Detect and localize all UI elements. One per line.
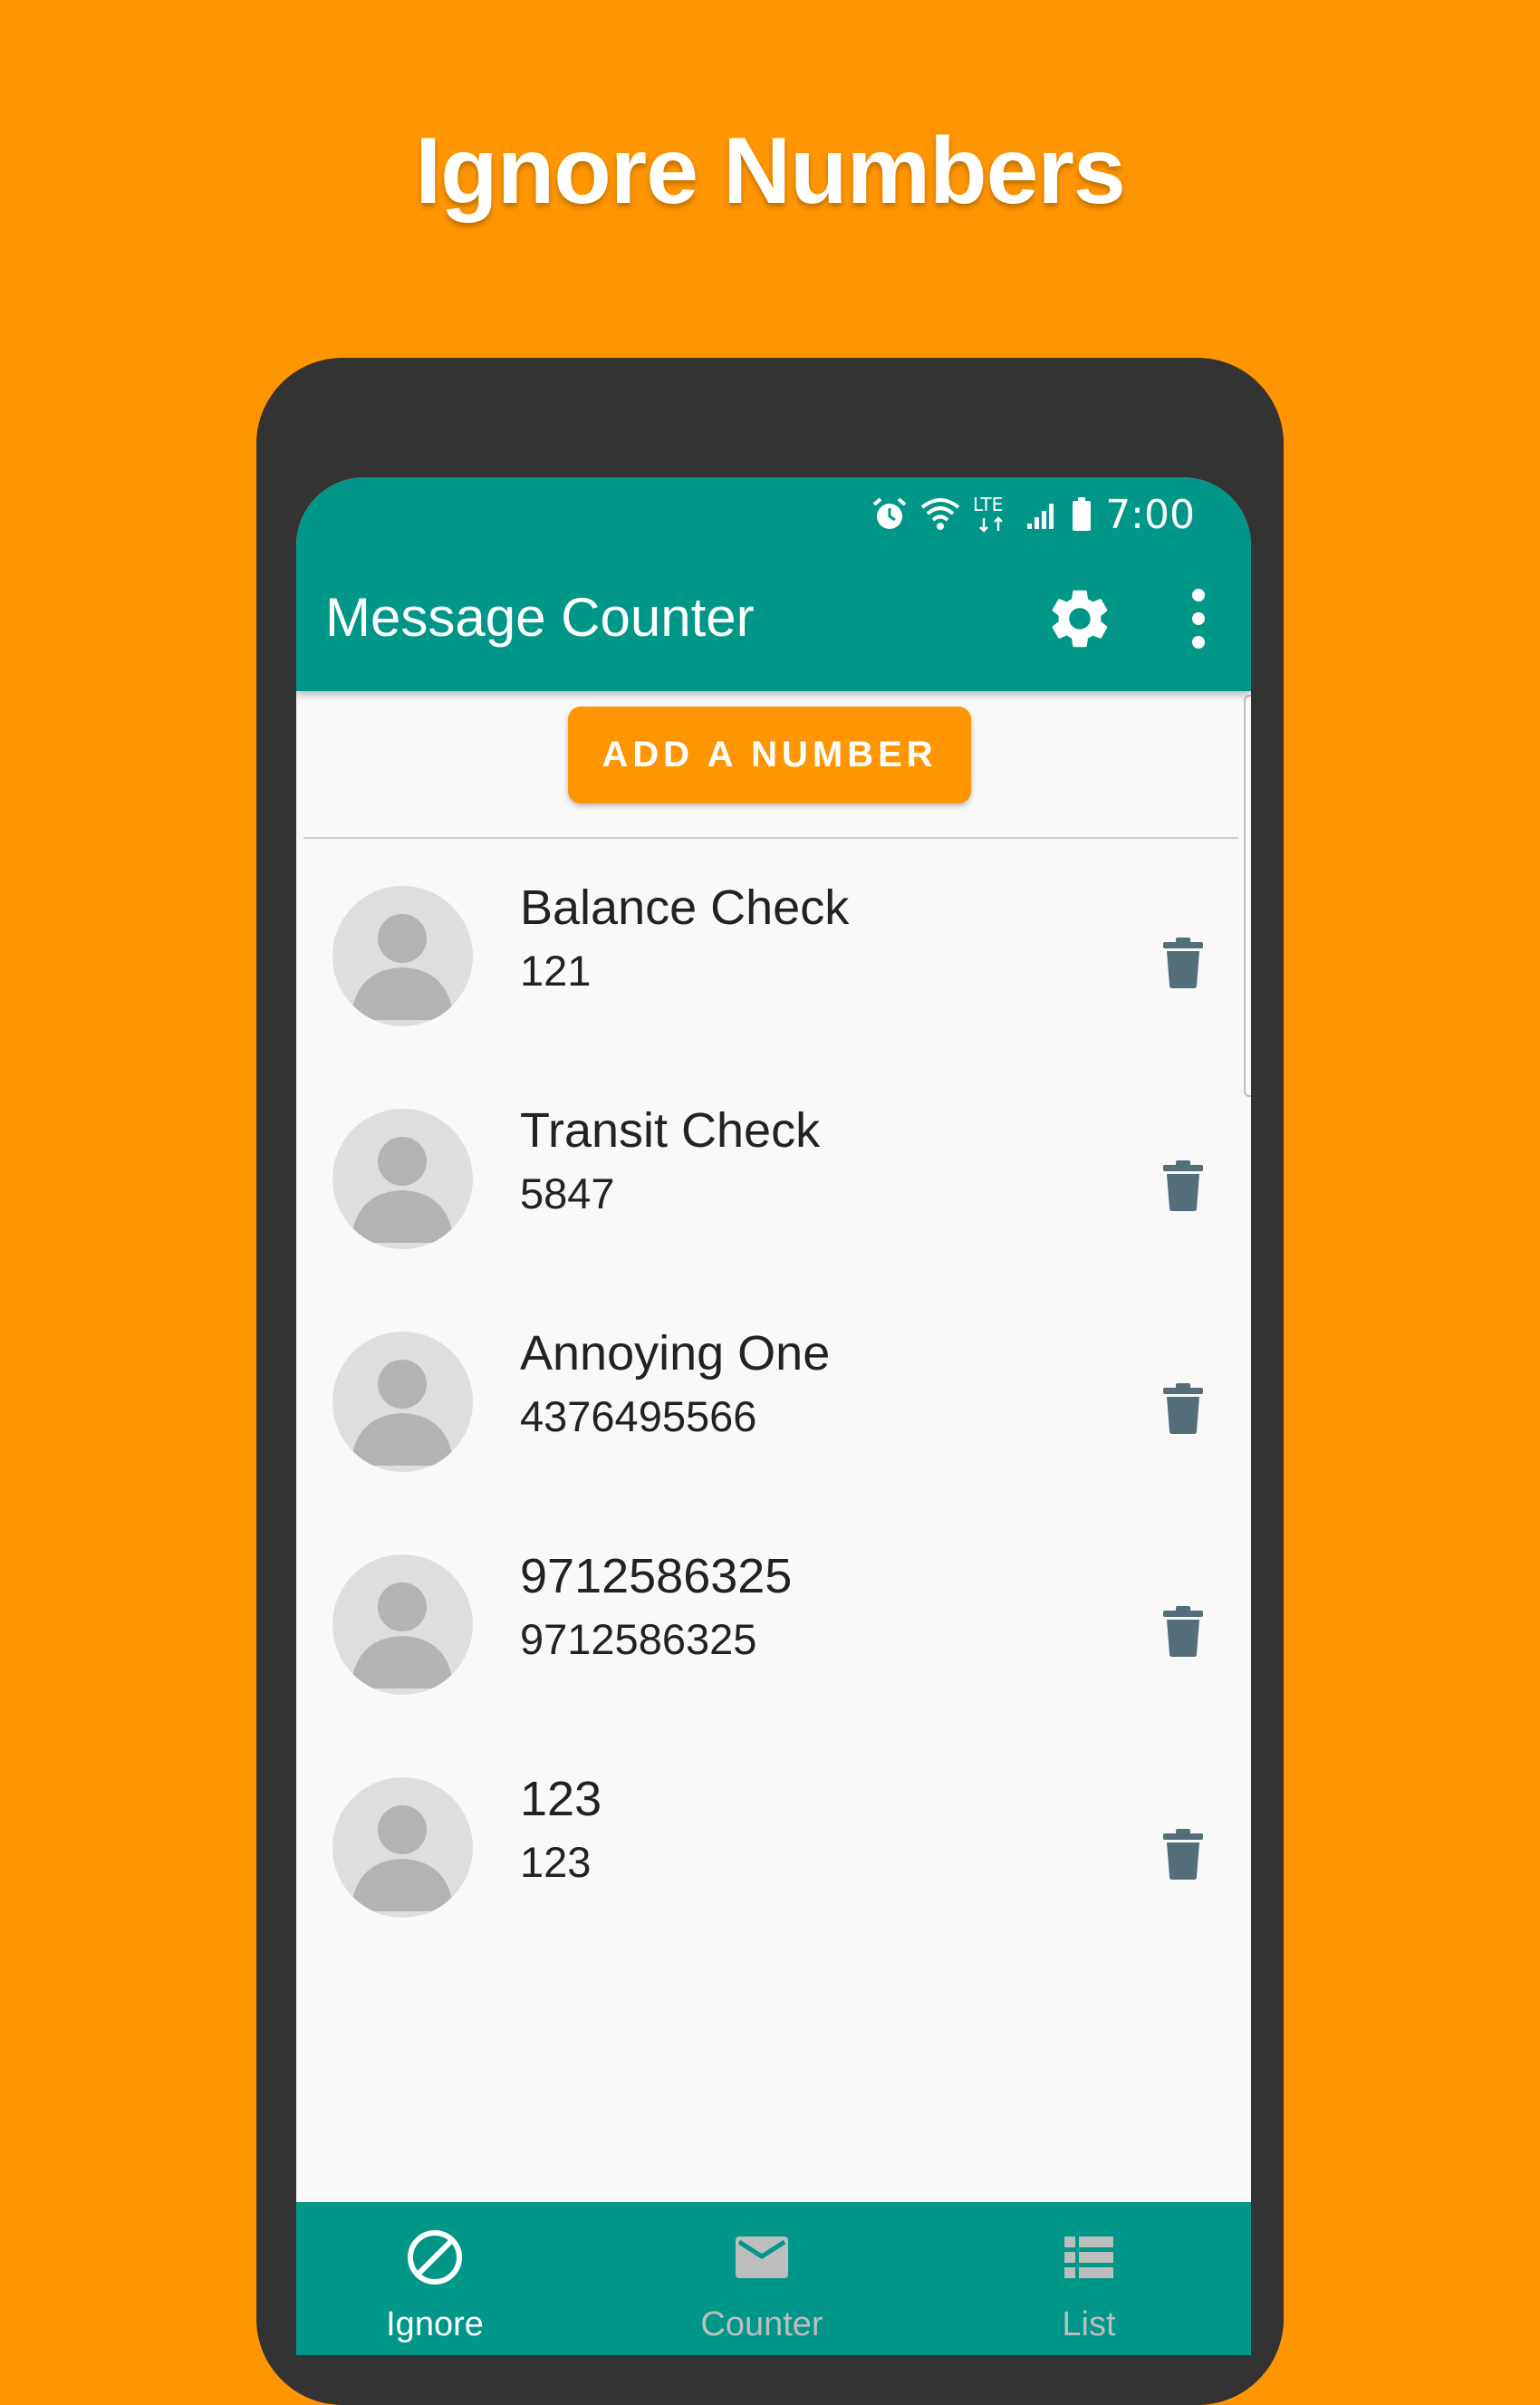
delete-icon[interactable] [1163, 1606, 1203, 1657]
app-bar: LTE 7:00 Message Counter [296, 477, 1251, 691]
battery-icon [1073, 497, 1092, 531]
delete-icon[interactable] [1163, 1160, 1203, 1211]
avatar-person-icon [351, 1582, 454, 1688]
bottom-navigation: Ignore Counter List [296, 2202, 1251, 2355]
list-item[interactable]: Transit Check 5847 [296, 1063, 1251, 1285]
avatar [332, 1554, 473, 1695]
delete-icon[interactable] [1163, 1383, 1203, 1434]
list-icon [1064, 2237, 1113, 2278]
list-item[interactable]: Annoying One 4376495566 [296, 1285, 1251, 1508]
avatar-person-icon [351, 914, 454, 1020]
more-vert-icon[interactable] [1180, 586, 1217, 651]
delete-icon[interactable] [1163, 1829, 1203, 1880]
nav-label-ignore: Ignore [386, 2305, 484, 2343]
ignored-number-list: Balance Check 121 Transit Check 5847 Annoyin… [296, 840, 1251, 1954]
status-bar: LTE 7:00 [871, 485, 1195, 544]
phone-number: 121 [520, 947, 592, 995]
avatar-person-icon [351, 1137, 454, 1243]
phone-number: 9712586325 [520, 1615, 757, 1663]
avatar [332, 1332, 473, 1472]
settings-gear-icon[interactable] [1044, 583, 1115, 654]
alarm-icon [872, 497, 907, 529]
add-number-button[interactable]: ADD A NUMBER [568, 707, 971, 803]
nav-tab-counter[interactable]: Counter [671, 2202, 852, 2355]
contact-name: Transit Check [520, 1103, 821, 1158]
nav-tab-ignore[interactable]: Ignore [344, 2202, 525, 2355]
avatar-person-icon [351, 1360, 454, 1466]
avatar-person-icon [351, 1805, 454, 1911]
list-divider [303, 837, 1238, 839]
contact-name: Balance Check [520, 880, 850, 935]
avatar [332, 886, 473, 1026]
avatar [332, 1109, 473, 1249]
status-time: 7:00 [1105, 491, 1195, 538]
delete-icon[interactable] [1163, 938, 1203, 988]
add-number-bar: ADD A NUMBER [296, 691, 1251, 836]
contact-name: 9712586325 [520, 1549, 793, 1603]
phone-number: 4376495566 [520, 1392, 757, 1440]
phone-number: 123 [520, 1838, 592, 1886]
nav-tab-list[interactable]: List [998, 2202, 1179, 2355]
list-item[interactable]: 123 123 [296, 1731, 1251, 1954]
app-title: Message Counter [325, 587, 755, 648]
lte-icon: LTE [973, 495, 1003, 533]
phone-screen: LTE 7:00 Message Counter ADD A NUMBER Ba… [296, 477, 1251, 2355]
wifi-icon [920, 498, 960, 530]
list-item[interactable]: Balance Check 121 [296, 840, 1251, 1063]
nav-label-list: List [1062, 2305, 1116, 2343]
list-item[interactable]: 9712586325 9712586325 [296, 1508, 1251, 1731]
contact-name: Annoying One [520, 1326, 831, 1380]
contact-name: 123 [520, 1772, 602, 1826]
lte-text: LTE [973, 495, 1003, 515]
nav-label-counter: Counter [700, 2305, 823, 2343]
signal-icon [1027, 504, 1054, 529]
mail-icon [736, 2237, 788, 2278]
avatar [332, 1777, 473, 1918]
promo-headline: Ignore Numbers [415, 119, 1125, 224]
block-icon [408, 2230, 462, 2285]
phone-number: 5847 [520, 1169, 615, 1217]
